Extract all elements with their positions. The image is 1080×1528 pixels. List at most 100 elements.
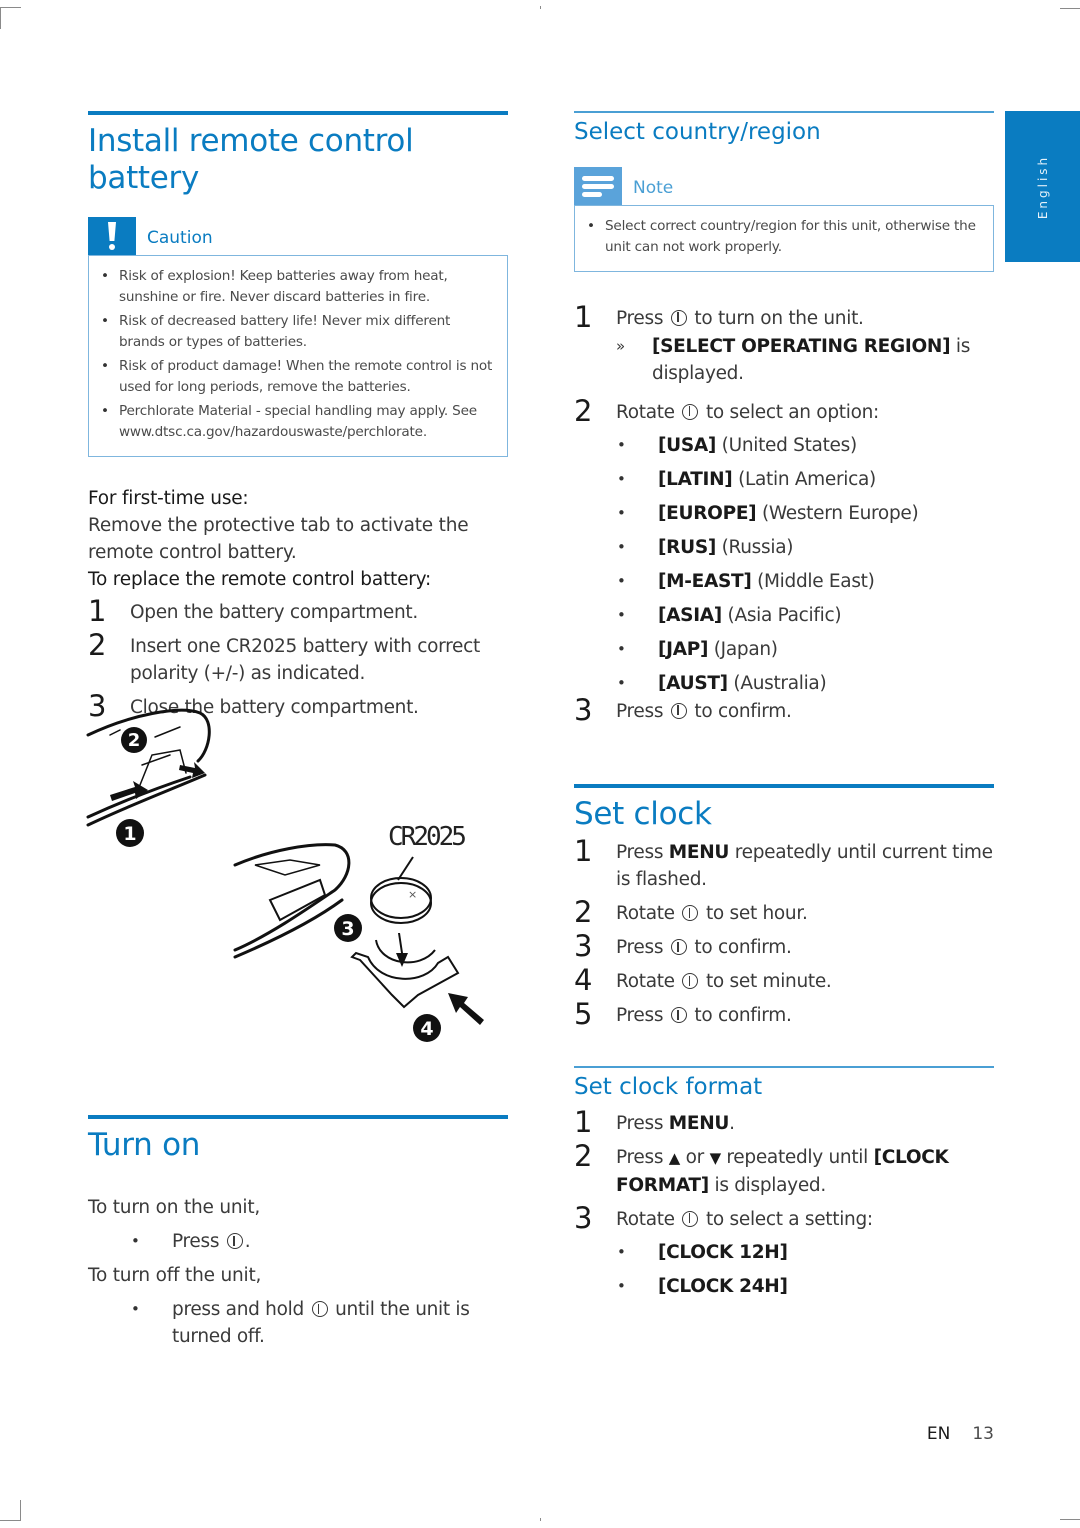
page-number: 13 xyxy=(972,1424,994,1444)
crop-mark-bottom-left-v xyxy=(20,1500,21,1520)
region-steps: 1 Press to turn on the unit. » [SELECT O… xyxy=(574,299,994,725)
battery-illustration: 2 1 × CR2025 3 4 xyxy=(80,695,520,1055)
note-item: Select correct country/region for this u… xyxy=(585,216,981,258)
step-text: Open the battery compartment. xyxy=(130,602,418,624)
step-text: to select an option: xyxy=(705,401,879,423)
set-clock-section: Set clock 1 Press MENU repeatedly until … xyxy=(574,784,994,1036)
option-code: [M-EAST] xyxy=(658,570,752,592)
option-code: [LATIN] xyxy=(658,468,733,490)
turn-on-section: Turn on To turn on the unit, • Press . T… xyxy=(88,1115,508,1357)
bullet-dot: • xyxy=(131,1300,140,1319)
result-display-text: [SELECT OPERATING REGION] xyxy=(652,335,951,357)
menu-key-label: MENU xyxy=(668,842,730,864)
power-icon xyxy=(226,1233,243,1250)
step-text: Press xyxy=(616,937,664,959)
option-name: (Australia) xyxy=(733,672,827,694)
turn-on-bullet: • Press . xyxy=(130,1228,508,1255)
step-text: to confirm. xyxy=(694,700,792,722)
note-body: Select correct country/region for this u… xyxy=(574,204,994,272)
crop-mark-top-left-h xyxy=(0,7,21,8)
language-side-tab-label: English xyxy=(1035,154,1050,219)
power-icon xyxy=(682,973,699,990)
step-text: Insert one CR2025 battery with correct p… xyxy=(130,636,480,685)
step-text: Press xyxy=(616,700,664,722)
caution-box: Caution Risk of explosion! Keep batterie… xyxy=(88,217,508,458)
region-option: • [ASIA] (Asia Pacific) xyxy=(617,604,842,626)
step-result: » [SELECT OPERATING REGION] is displayed… xyxy=(616,333,994,387)
option-code: [EUROPE] xyxy=(658,502,757,524)
step-number: 2 xyxy=(88,628,107,663)
bullet-text: Press xyxy=(172,1231,220,1253)
note-label: Note xyxy=(633,177,674,198)
exclamation-icon xyxy=(88,217,136,256)
set-clock-steps: 1 Press MENU repeatedly until current ti… xyxy=(574,836,994,1032)
step-text: Press xyxy=(616,842,664,864)
power-icon xyxy=(682,905,699,922)
option-name: (Western Europe) xyxy=(761,502,919,524)
option-name: (Russia) xyxy=(721,536,794,558)
bullet-dot: • xyxy=(131,1232,140,1251)
install-battery-section: Install remote control battery Caution R… xyxy=(88,111,508,728)
slide-arrow xyxy=(448,993,484,1025)
clock-format-section: Set clock format 1 Press MENU. 2 Press ▲… xyxy=(574,1066,994,1307)
select-region-title: Select country/region xyxy=(574,119,821,145)
footer-language: EN xyxy=(926,1424,951,1444)
region-option: • [M-EAST] (Middle East) xyxy=(617,570,875,592)
clock-format-option: • [CLOCK 24H] xyxy=(617,1275,788,1297)
region-step: 1 Press to turn on the unit. » [SELECT O… xyxy=(574,299,994,387)
step-text: is displayed. xyxy=(714,1174,826,1196)
clock-step: 1 Press MENU repeatedly until current ti… xyxy=(574,836,994,893)
install-battery-title: Install remote control battery xyxy=(88,123,414,197)
clock-format-steps: 1 Press MENU. 2 Press ▲ or ▼ repeatedly … xyxy=(574,1104,994,1300)
caution-item: Perchlorate Material - special handling … xyxy=(99,401,495,443)
step-text: to set hour. xyxy=(705,903,808,925)
step-number: 5 xyxy=(574,997,593,1032)
step-text: Rotate xyxy=(616,1208,675,1230)
option-code: [CLOCK 12H] xyxy=(658,1241,788,1263)
menu-key-label: MENU xyxy=(668,1112,730,1134)
step-number: 2 xyxy=(574,1138,593,1173)
option-code: [JAP] xyxy=(658,638,709,660)
region-option: • [EUROPE] (Western Europe) xyxy=(617,502,919,524)
callout-2-label: 2 xyxy=(128,730,141,751)
power-icon xyxy=(682,1210,699,1227)
step-number: 3 xyxy=(574,1200,593,1235)
replace-heading: To replace the remote control battery: xyxy=(88,569,432,591)
step-number: 1 xyxy=(574,299,593,334)
option-name: (Latin America) xyxy=(738,468,876,490)
battery-model-label: CR2025 xyxy=(388,822,465,852)
format-step: 3 Rotate to select a setting: • [CLOCK 12… xyxy=(574,1200,994,1300)
caution-item: Risk of decreased battery life! Never mi… xyxy=(99,311,495,353)
select-region-section: Select country/region Note Select correc… xyxy=(574,111,994,732)
callout-3-label: 3 xyxy=(341,918,354,940)
clock-format-title: Set clock format xyxy=(574,1074,763,1100)
clock-step: 4 Rotate to set minute. xyxy=(574,963,994,998)
region-option: • [JAP] (Japan) xyxy=(617,638,778,660)
set-clock-title: Set clock xyxy=(574,796,712,832)
region-options: • [USA] (United States) • [LATIN] (Latin A… xyxy=(616,432,994,697)
clock-step: 3 Press to confirm. xyxy=(574,931,994,961)
bullet-text: press and hold xyxy=(172,1299,304,1321)
option-name: (Middle East) xyxy=(757,570,875,592)
turn-on-title: Turn on xyxy=(88,1127,201,1163)
up-arrow-icon: ▲ xyxy=(668,1148,681,1167)
option-code: [RUS] xyxy=(658,536,717,558)
option-name: (United States) xyxy=(721,434,858,456)
note-box: Note Select correct country/region for t… xyxy=(574,166,994,272)
region-option: • [AUST] (Australia) xyxy=(617,672,827,694)
step-text: Press xyxy=(616,307,664,329)
step-number: 1 xyxy=(574,1104,593,1139)
step-text: . xyxy=(729,1112,735,1134)
page-footer: EN 13 xyxy=(927,1424,994,1444)
caution-label: Caution xyxy=(147,228,213,249)
power-icon xyxy=(670,702,687,719)
crop-mark-bottom-left-h xyxy=(0,1520,21,1521)
step-text: Rotate xyxy=(616,971,675,993)
power-icon xyxy=(670,1007,687,1024)
crop-mark-top-left-v xyxy=(0,7,1,29)
step-number: 2 xyxy=(574,393,593,428)
bullet-text: . xyxy=(244,1231,251,1253)
section-rule xyxy=(88,111,508,115)
step-number: 4 xyxy=(574,963,593,998)
step-text: to select a setting: xyxy=(705,1208,873,1230)
